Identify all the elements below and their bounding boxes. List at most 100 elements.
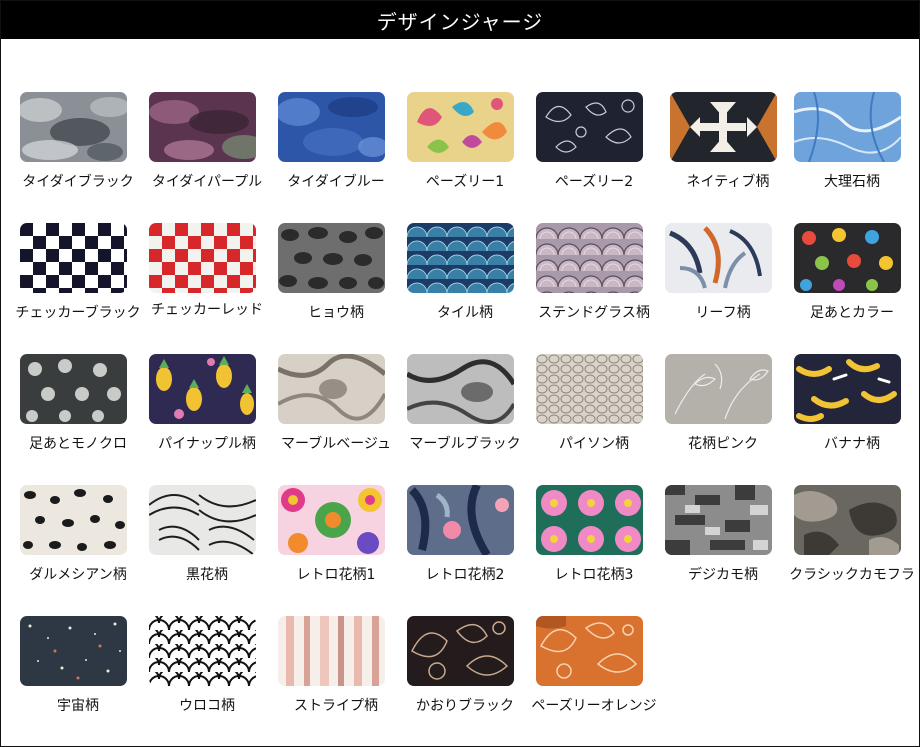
digital-camo-pattern-icon: [665, 485, 772, 555]
marble-black-swatch: [407, 354, 514, 424]
swatch-item-floral-pink[interactable]: 花柄ピンク: [658, 301, 788, 452]
swatch-item-pineapple[interactable]: パイナップル柄: [142, 301, 272, 452]
retro-floral-3-pattern-icon: [536, 485, 643, 555]
pineapple-pattern-icon: [149, 354, 256, 424]
marble-blue-pattern-icon: [794, 92, 901, 162]
retro-floral-1-swatch: [278, 485, 385, 555]
catalog-frame: デザインジャージ タイダイブラック タイダイパープル タイダイブルー ペーズリー…: [0, 0, 920, 747]
swatch-item-tie-dye-purple[interactable]: タイダイパープル: [142, 39, 272, 190]
swatch-item-paisley-orange[interactable]: ペーズリーオレンジ: [529, 563, 659, 714]
retro-floral-2-pattern-icon: [407, 485, 514, 555]
paisley-orange-pattern-icon: [536, 616, 643, 686]
swatch-item-black-floral[interactable]: 黒花柄: [142, 432, 272, 583]
swatch-item-stripe[interactable]: ストライプ柄: [271, 563, 401, 714]
swatch-item-banana[interactable]: バナナ柄: [787, 301, 917, 452]
native-swatch: [670, 92, 777, 162]
leaf-pattern-icon: [665, 223, 772, 293]
paisley-1-swatch: [407, 92, 514, 162]
checker-black-swatch: [20, 223, 127, 293]
tie-dye-blue-swatch: [278, 92, 385, 162]
stained-glass-pattern-icon: [536, 223, 643, 293]
swatch-label: クラシックカモフラ: [789, 567, 915, 583]
page-title: デザインジャージ: [1, 1, 919, 39]
leopard-pattern-icon: [278, 223, 385, 293]
scale-pattern-icon: [149, 616, 256, 686]
swatch-item-digital-camo[interactable]: デジカモ柄: [658, 432, 788, 583]
python-pattern-icon: [536, 354, 643, 424]
swatch-item-paw-mono[interactable]: 足あとモノクロ: [13, 301, 143, 452]
swatch-label: ストライプ柄: [294, 698, 378, 714]
swatch-label: 宇宙柄: [57, 698, 99, 714]
swatch-item-dalmatian[interactable]: ダルメシアン柄: [13, 432, 143, 583]
python-swatch: [536, 354, 643, 424]
stripe-pattern-icon: [278, 616, 385, 686]
paisley-1-pattern-icon: [407, 92, 514, 162]
swatch-item-retro-floral-3[interactable]: レトロ花柄3: [529, 432, 659, 583]
swatch-grid: タイダイブラック タイダイパープル タイダイブルー ペーズリー1 ペーズリー2 …: [1, 39, 919, 746]
classic-camo-swatch: [794, 485, 901, 555]
banana-pattern-icon: [794, 354, 901, 424]
swatch-label: ペーズリーオレンジ: [531, 698, 657, 714]
swatch-label: かおりブラック: [416, 698, 514, 714]
swatch-item-tile[interactable]: タイル柄: [400, 170, 530, 321]
paisley-2-pattern-icon: [536, 92, 643, 162]
tile-swatch: [407, 223, 514, 293]
checker-black-pattern-icon: [20, 223, 127, 293]
swatch-item-stained-glass[interactable]: ステンドグラス柄: [529, 170, 659, 321]
black-floral-swatch: [149, 485, 256, 555]
classic-camo-pattern-icon: [794, 485, 901, 555]
swatch-item-python[interactable]: パイソン柄: [529, 301, 659, 452]
space-swatch: [20, 616, 127, 686]
swatch-item-checker-red[interactable]: チェッカーレッド: [142, 170, 272, 318]
stripe-swatch: [278, 616, 385, 686]
swatch-item-leaf[interactable]: リーフ柄: [658, 170, 788, 321]
swatch-item-scale[interactable]: ウロコ柄: [142, 563, 272, 714]
swatch-item-leopard[interactable]: ヒョウ柄: [271, 170, 401, 321]
dalmatian-pattern-icon: [20, 485, 127, 555]
paisley-orange-swatch: [536, 616, 643, 686]
space-pattern-icon: [20, 616, 127, 686]
kaori-black-swatch: [407, 616, 514, 686]
swatch-item-paisley-1[interactable]: ペーズリー1: [400, 39, 530, 190]
marble-beige-pattern-icon: [278, 354, 385, 424]
swatch-item-kaori-black[interactable]: かおりブラック: [400, 563, 530, 714]
swatch-item-marble-blue[interactable]: 大理石柄: [787, 39, 917, 190]
floral-pink-swatch: [665, 354, 772, 424]
swatch-item-native[interactable]: ネイティブ柄: [663, 39, 793, 190]
swatch-item-tie-dye-black[interactable]: タイダイブラック: [13, 39, 143, 190]
retro-floral-2-swatch: [407, 485, 514, 555]
swatch-item-retro-floral-2[interactable]: レトロ花柄2: [400, 432, 530, 583]
marble-blue-swatch: [794, 92, 901, 162]
floral-pink-pattern-icon: [665, 354, 772, 424]
swatch-item-paw-color[interactable]: 足あとカラー: [787, 170, 917, 321]
swatch-item-classic-camo[interactable]: クラシックカモフラ: [787, 432, 917, 583]
swatch-item-marble-beige[interactable]: マーブルベージュ: [271, 301, 401, 452]
paw-mono-swatch: [20, 354, 127, 424]
paw-color-pattern-icon: [794, 223, 901, 293]
swatch-label: デジカモ柄: [688, 567, 758, 583]
paw-color-swatch: [794, 223, 901, 293]
tie-dye-blue-pattern-icon: [278, 92, 385, 162]
dalmatian-swatch: [20, 485, 127, 555]
scale-swatch: [149, 616, 256, 686]
checker-red-swatch: [149, 223, 256, 293]
tie-dye-purple-swatch: [149, 92, 256, 162]
stained-glass-swatch: [536, 223, 643, 293]
retro-floral-1-pattern-icon: [278, 485, 385, 555]
checker-red-pattern-icon: [149, 223, 256, 293]
swatch-item-checker-black[interactable]: チェッカーブラック: [13, 170, 143, 321]
digital-camo-swatch: [665, 485, 772, 555]
retro-floral-3-swatch: [536, 485, 643, 555]
tie-dye-purple-pattern-icon: [149, 92, 256, 162]
swatch-item-retro-floral-1[interactable]: レトロ花柄1: [271, 432, 401, 583]
paisley-2-swatch: [536, 92, 643, 162]
banana-swatch: [794, 354, 901, 424]
kaori-black-pattern-icon: [407, 616, 514, 686]
marble-beige-swatch: [278, 354, 385, 424]
tie-dye-black-swatch: [20, 92, 127, 162]
swatch-label: ウロコ柄: [179, 698, 235, 714]
swatch-item-marble-black[interactable]: マーブルブラック: [400, 301, 530, 452]
swatch-item-space[interactable]: 宇宙柄: [13, 563, 143, 714]
swatch-item-paisley-2[interactable]: ペーズリー2: [529, 39, 659, 190]
swatch-item-tie-dye-blue[interactable]: タイダイブルー: [271, 39, 401, 190]
